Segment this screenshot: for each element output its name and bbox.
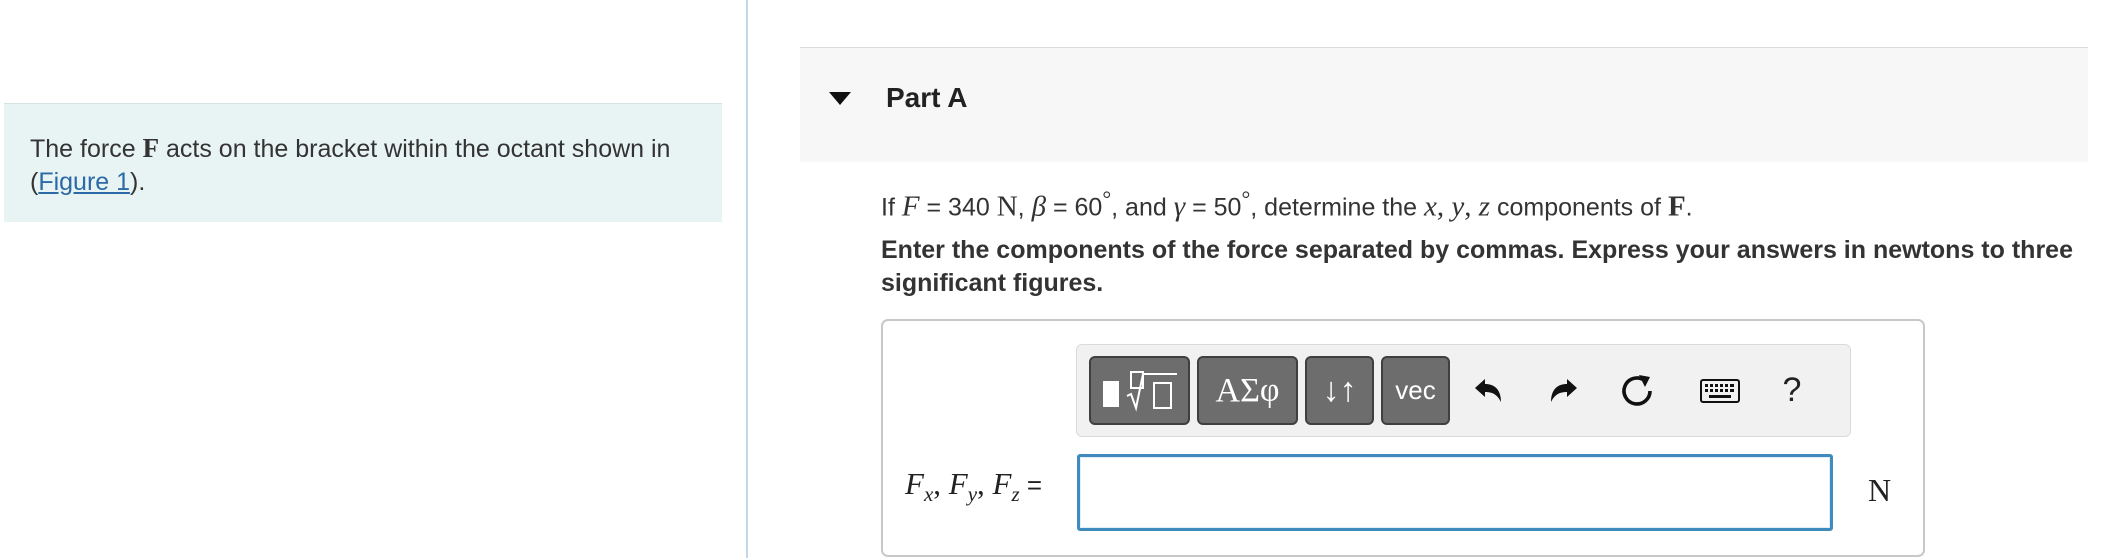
label-subscript: z	[1011, 482, 1020, 507]
answer-input[interactable]	[1077, 454, 1833, 531]
unit-label: N	[1868, 472, 1892, 508]
label-subscript: x	[923, 482, 934, 507]
math-F-bold: F	[1667, 190, 1686, 223]
symbols-button[interactable]: ΑΣφ	[1197, 356, 1298, 425]
answer-panel: ΑΣφ ↓↑ vec ? Fx, Fy, Fz = N	[881, 319, 1925, 557]
question-text-segment: If	[881, 193, 902, 222]
collapse-caret-icon[interactable]	[829, 92, 851, 105]
math-z: z	[1478, 190, 1491, 223]
help-icon: ?	[1782, 371, 1802, 409]
label-F: F	[905, 466, 924, 501]
answer-label: Fx, Fy, Fz =	[905, 466, 1042, 507]
left-pane: The force F acts on the bracket within t…	[0, 0, 746, 558]
keyboard-button[interactable]	[1685, 356, 1755, 425]
reset-icon	[1622, 374, 1652, 406]
question-text-segment: , and	[1111, 193, 1174, 222]
label-F: F	[948, 466, 968, 501]
part-title: Part A	[886, 82, 968, 113]
part-header[interactable]: Part A	[800, 47, 2088, 162]
question-text-segment: = 340	[919, 193, 997, 222]
label-equals: =	[1019, 470, 1043, 500]
label-F: F	[992, 466, 1012, 501]
label-separator: ,	[977, 466, 993, 501]
redo-button[interactable]	[1535, 356, 1593, 425]
question-text-segment: .	[1685, 193, 1693, 222]
question-text-segment: , determine the	[1250, 193, 1424, 222]
math-x: x	[1424, 190, 1437, 223]
question-text: If F = 340 N, β = 60°, and γ = 50°, dete…	[881, 180, 2081, 226]
force-symbol: F	[142, 133, 160, 163]
keyboard-icon	[1700, 378, 1740, 403]
question-text-segment: = 50	[1185, 193, 1242, 222]
templates-button[interactable]	[1089, 356, 1190, 425]
subscript-superscript-button[interactable]: ↓↑	[1305, 356, 1374, 425]
math-beta: β	[1031, 190, 1047, 223]
math-comma: ,	[1464, 190, 1479, 223]
intro-text: The force	[30, 135, 143, 163]
help-button[interactable]: ?	[1763, 356, 1821, 425]
answer-instructions: Enter the components of the force separa…	[881, 236, 2073, 297]
undo-button[interactable]	[1459, 356, 1517, 425]
question-text-segment: components of	[1490, 193, 1668, 222]
vector-button[interactable]: vec	[1381, 356, 1450, 425]
math-comma: ,	[1436, 190, 1452, 223]
question-text-segment: ,	[1017, 193, 1032, 222]
templates-icon	[1102, 370, 1177, 412]
math-toolbar: ΑΣφ ↓↑ vec ?	[1076, 344, 1851, 437]
math-y: y	[1451, 190, 1465, 223]
math-gamma: γ	[1173, 190, 1186, 223]
math-F: F	[901, 190, 920, 223]
reset-button[interactable]	[1609, 356, 1667, 425]
intro-text-end: ).	[130, 168, 146, 196]
figure-link[interactable]: Figure 1	[38, 168, 130, 196]
question-text-segment: = 60	[1046, 193, 1103, 222]
problem-intro: The force F acts on the bracket within t…	[4, 103, 722, 222]
label-separator: ,	[933, 466, 949, 501]
math-unit-N: N	[996, 190, 1018, 223]
undo-icon	[1475, 378, 1501, 402]
label-subscript: y	[967, 482, 978, 507]
redo-icon	[1551, 378, 1577, 402]
degree-symbol: °	[1102, 186, 1112, 211]
degree-symbol: °	[1241, 186, 1251, 211]
pane-divider	[746, 0, 748, 558]
